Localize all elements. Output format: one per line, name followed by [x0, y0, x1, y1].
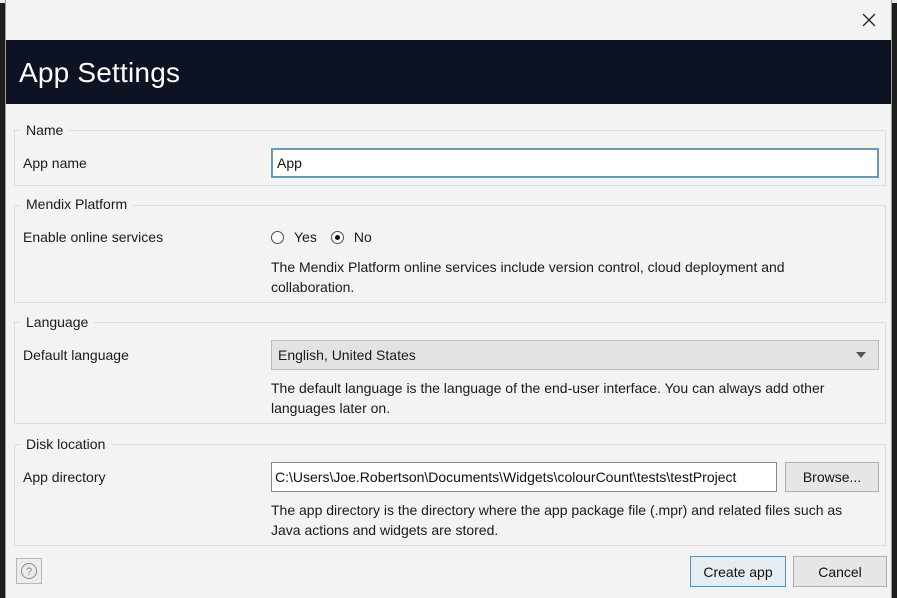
app-settings-dialog: App Settings Name App name Mendix Platfo… — [5, 0, 892, 598]
yes-radio[interactable] — [271, 230, 284, 244]
platform-group-legend: Mendix Platform — [20, 196, 134, 212]
dialog-header: App Settings — [6, 40, 891, 104]
platform-description: The Mendix Platform online services incl… — [271, 259, 785, 295]
browse-button[interactable]: Browse... — [785, 462, 879, 492]
title-bar — [6, 0, 891, 40]
online-services-label: Enable online services — [23, 229, 164, 245]
close-icon — [862, 13, 876, 27]
directory-description: The app directory is the directory where… — [271, 502, 843, 538]
app-directory-label: App directory — [23, 469, 106, 485]
app-name-input[interactable] — [271, 148, 879, 178]
cancel-button[interactable]: Cancel — [793, 556, 887, 587]
no-radio-label[interactable]: No — [354, 229, 372, 245]
app-name-label: App name — [23, 155, 87, 171]
disk-location-legend: Disk location — [20, 436, 112, 452]
online-services-radio-group: Yes No — [271, 229, 386, 245]
default-language-label: Default language — [23, 347, 129, 363]
language-description: The default language is the language of … — [271, 380, 825, 416]
default-language-value: English, United States — [278, 347, 416, 363]
dialog-title: App Settings — [19, 57, 181, 88]
language-group-legend: Language — [20, 314, 95, 330]
yes-radio-label[interactable]: Yes — [294, 229, 317, 245]
dropdown-arrow-icon — [856, 352, 866, 358]
name-group-legend: Name — [20, 122, 70, 138]
question-circle-icon: ? — [21, 563, 37, 579]
svg-text:?: ? — [26, 566, 32, 578]
default-language-select[interactable]: English, United States — [271, 340, 879, 370]
no-radio[interactable] — [330, 230, 344, 244]
close-button[interactable] — [857, 8, 881, 32]
help-button[interactable]: ? — [16, 558, 42, 584]
create-app-button[interactable]: Create app — [690, 556, 786, 587]
app-directory-input[interactable] — [271, 462, 777, 492]
